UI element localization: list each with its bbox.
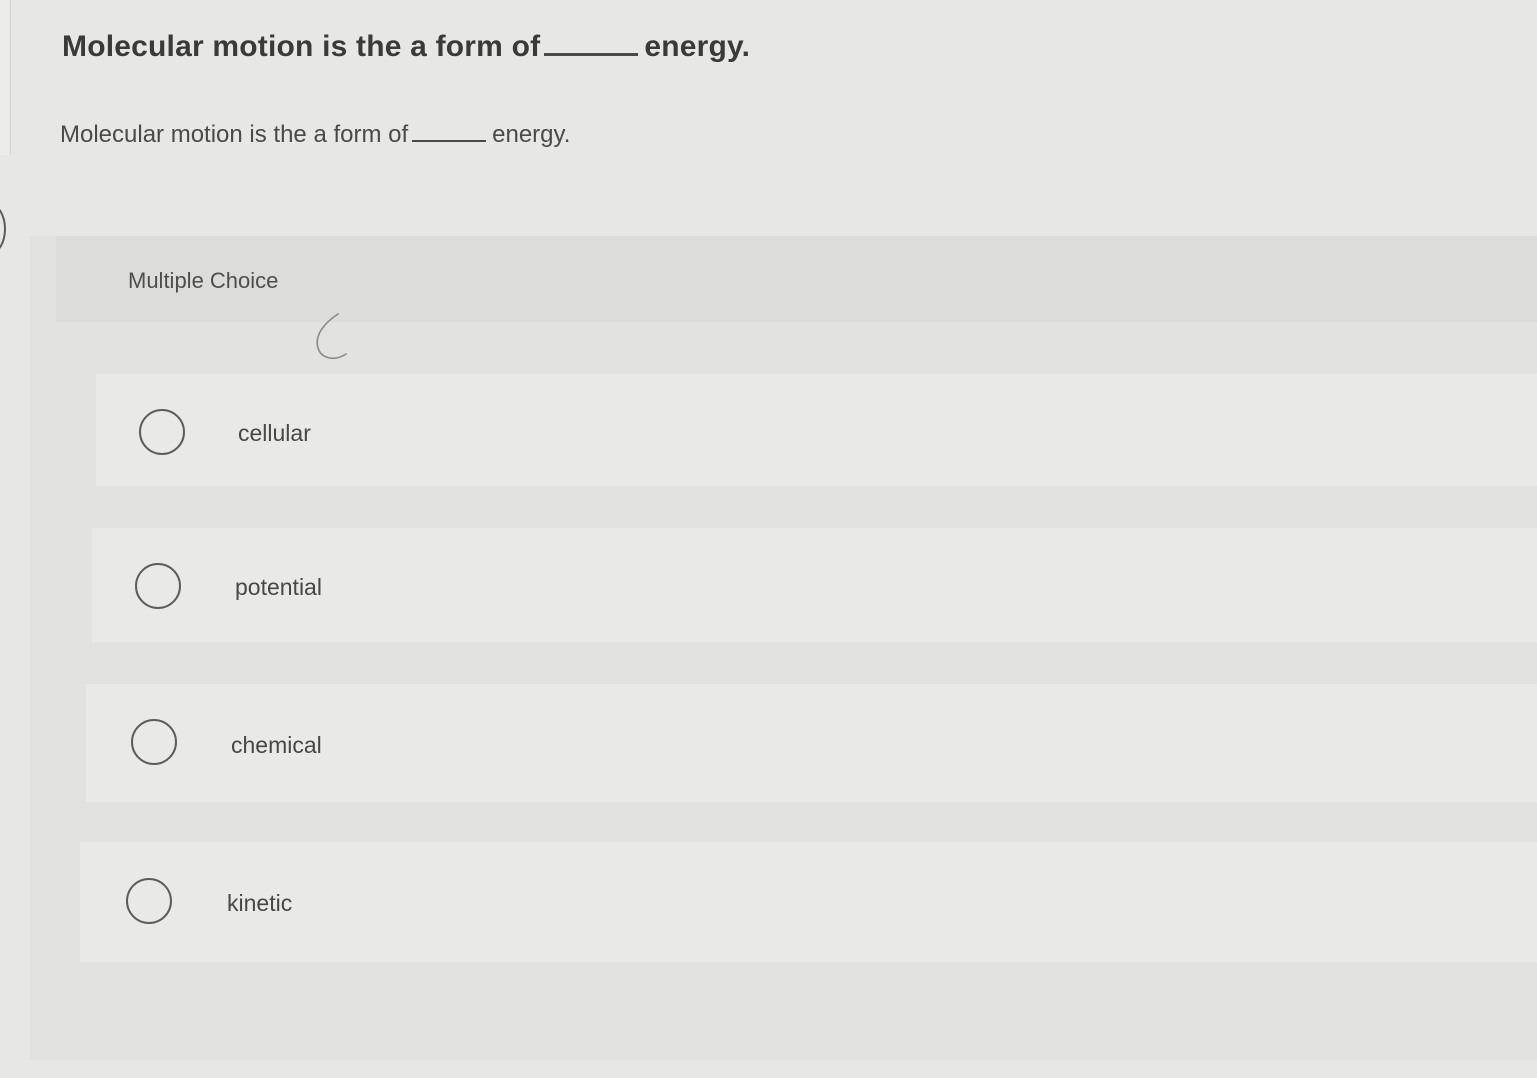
- choice-label: cellular: [238, 420, 311, 446]
- left-edge-panel: [0, 0, 11, 155]
- choice-label: potential: [235, 574, 322, 600]
- question-title: Molecular motion is the a form of energy.: [62, 30, 750, 64]
- choice-label: chemical: [231, 732, 322, 758]
- radio-button[interactable]: [126, 878, 172, 924]
- prompt-blank: [412, 140, 487, 142]
- choice-option-cellular[interactable]: cellular: [96, 374, 1537, 486]
- edge-arc-decoration: [0, 204, 6, 254]
- pen-mark-doodle: [316, 313, 347, 360]
- question-prompt-text-after: energy.: [492, 121, 571, 148]
- question-prompt-text-before: Molecular motion is the a form of: [60, 121, 409, 148]
- radio-button[interactable]: [131, 719, 177, 765]
- radio-button[interactable]: [139, 409, 185, 455]
- question-title-text-before: Molecular motion is the a form of: [62, 30, 541, 63]
- choice-option-kinetic[interactable]: kinetic: [80, 842, 1537, 962]
- multiple-choice-label: Multiple Choice: [128, 268, 279, 293]
- choice-option-potential[interactable]: potential: [92, 528, 1537, 642]
- choice-label: kinetic: [227, 890, 293, 916]
- choice-option-chemical[interactable]: chemical: [86, 684, 1537, 802]
- radio-button[interactable]: [135, 563, 181, 609]
- title-blank: [544, 53, 639, 56]
- question-title-text-after: energy.: [644, 30, 751, 63]
- question-prompt: Molecular motion is the a form of energy.: [60, 121, 570, 149]
